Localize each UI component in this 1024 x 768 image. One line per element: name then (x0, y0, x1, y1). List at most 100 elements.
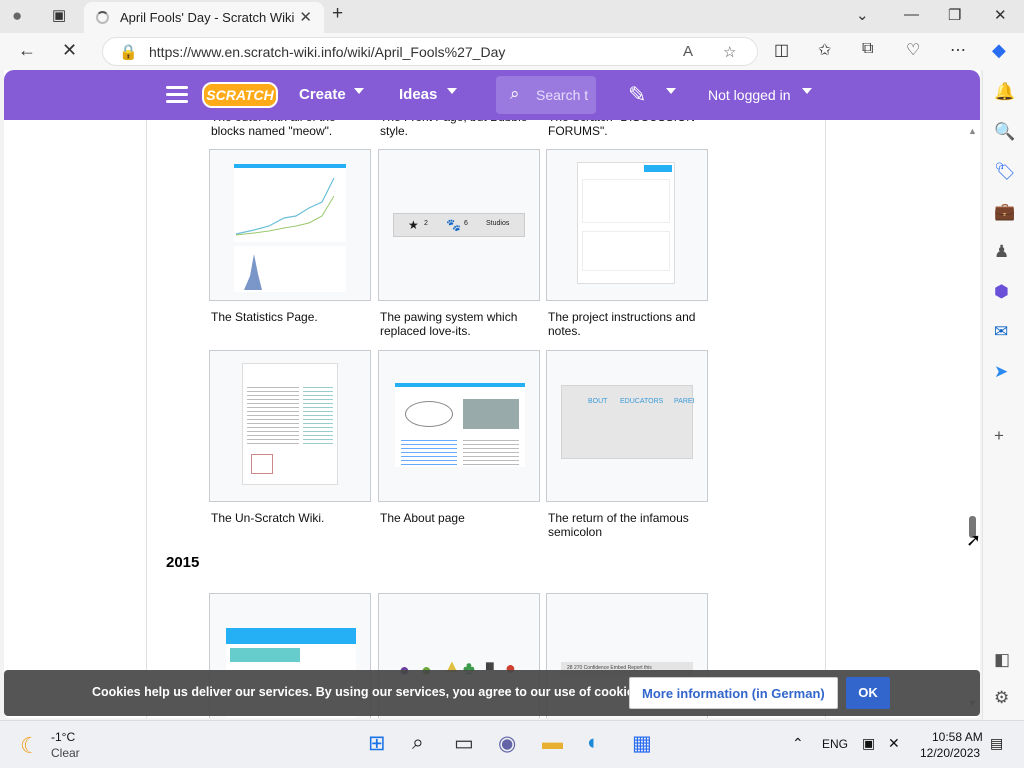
tray-chevron-up-icon[interactable]: ⌃ (792, 735, 804, 752)
tab-actions-icon[interactable]: ▣ (52, 6, 66, 24)
thumb-image (395, 383, 525, 467)
clock-time[interactable]: 10:58 AM (932, 730, 983, 744)
login-status[interactable]: Not logged in (708, 87, 791, 103)
paw-icon: 🐾 (446, 218, 461, 232)
link-list (401, 437, 457, 467)
games-icon[interactable]: ♟ (994, 242, 1009, 262)
nav-create[interactable]: Create (299, 86, 346, 103)
browser-essentials-icon[interactable]: ♡ (906, 40, 920, 60)
split-screen-icon[interactable]: ◫ (774, 40, 789, 60)
profile-icon[interactable]: ● (12, 6, 22, 26)
thumb-text-educators: EDUCATORS (620, 398, 664, 405)
thumb-image (577, 162, 675, 284)
address-bar[interactable]: 🔒 https://www.en.scratch-wiki.info/wiki/… (102, 37, 758, 66)
edge-sidebar: 🔔 🔍 🏷 💼 ♟ ⬢ ✉ ➤ + ◧ ⚙ (982, 70, 1024, 720)
pawing-bar: ★ 2 🐾 6 Studios (393, 213, 525, 237)
loading-spinner-icon (96, 11, 109, 24)
cookie-more-info-button[interactable]: More information (in German) (629, 677, 838, 709)
file-explorer-icon[interactable]: ▬ (542, 731, 563, 755)
microsoft-365-icon[interactable]: ⬢ (994, 282, 1009, 302)
star-count: 2 (424, 220, 428, 227)
moon-weather-icon[interactable]: ☾ (20, 733, 40, 759)
edit-chevron-down-icon[interactable] (666, 88, 676, 94)
text-block (247, 384, 299, 444)
favorites-icon[interactable]: ✩ (818, 40, 831, 60)
nav-ideas[interactable]: Ideas (399, 86, 437, 103)
tab-list-chevron-icon[interactable]: ⌄ (856, 6, 869, 24)
clock-date[interactable]: 12/20/2023 (920, 746, 980, 760)
back-icon[interactable]: ← (18, 40, 36, 61)
cat-sketch (251, 454, 273, 474)
restore-icon[interactable]: ❐ (948, 6, 961, 24)
read-aloud-icon[interactable]: A (683, 43, 693, 60)
close-tab-icon[interactable]: ✕ (299, 8, 312, 26)
gallery-caption: The project instructions and notes. (548, 310, 696, 338)
shopping-tag-icon[interactable]: 🏷 (994, 162, 1016, 182)
create-chevron-down-icon[interactable] (354, 88, 364, 94)
minimize-icon[interactable]: — (904, 6, 919, 23)
address-bar-row: ← ✕ 🔒 https://www.en.scratch-wiki.info/w… (0, 33, 1024, 70)
notes-box (582, 231, 670, 271)
text-list (463, 437, 519, 467)
instructions-box (582, 179, 670, 223)
share-block (644, 165, 672, 172)
weather-condition[interactable]: Clear (51, 746, 80, 760)
sidebar-settings-gear-icon[interactable]: ⚙ (994, 688, 1009, 708)
edge-browser-icon[interactable]: ◐ (587, 731, 600, 755)
notification-center-icon[interactable]: ▤ (990, 735, 1003, 752)
scratch-logo[interactable]: SCRATCH (202, 82, 278, 108)
scratch-header: SCRATCH Create Ideas ⌕ Search t ✎ Not lo… (4, 70, 980, 120)
drop-send-icon[interactable]: ➤ (994, 362, 1008, 382)
tab-strip: ● ▣ April Fools' Day - Scratch Wiki ✕ + … (0, 0, 1024, 33)
more-menu-icon[interactable]: ⋯ (950, 40, 966, 60)
copilot-icon[interactable]: ◆ (992, 40, 1006, 61)
input-language[interactable]: ENG (822, 737, 848, 751)
taskbar-search-icon[interactable]: ⌕ (412, 731, 424, 755)
sidebar-search-icon[interactable]: 🔍 (994, 122, 1015, 142)
browser-tab-active[interactable]: April Fools' Day - Scratch Wiki ✕ (84, 2, 324, 33)
url-text[interactable]: https://www.en.scratch-wiki.info/wiki/Ap… (149, 44, 505, 60)
scroll-up-arrow-icon[interactable]: ▲ (968, 126, 977, 136)
lock-icon[interactable]: 🔒 (119, 43, 138, 61)
gallery-caption: The Un-Scratch Wiki. (211, 511, 325, 525)
star-icon: ★ (408, 218, 419, 232)
window-close-icon[interactable]: ✕ (994, 6, 1007, 24)
thumb-pawing-system[interactable]: ★ 2 🐾 6 Studios (378, 149, 540, 301)
collections-icon[interactable]: ⧉ (862, 40, 873, 58)
hide-sidebar-icon[interactable]: ◧ (994, 650, 1010, 670)
weather-temperature[interactable]: -1°C (51, 730, 75, 744)
network-icon[interactable]: ▣ (862, 735, 875, 752)
thumb-project-instructions[interactable] (546, 149, 708, 301)
add-sidebar-app-icon[interactable]: + (994, 426, 1004, 446)
thumb-image (234, 164, 346, 242)
pencil-edit-icon[interactable]: ✎ (628, 82, 646, 108)
cookie-ok-button[interactable]: OK (846, 677, 890, 709)
tools-briefcase-icon[interactable]: 💼 (994, 202, 1015, 222)
ideas-chevron-down-icon[interactable] (447, 88, 457, 94)
task-view-icon[interactable]: ▭ (454, 731, 474, 756)
thumb-about-page[interactable] (378, 350, 540, 502)
start-windows-icon[interactable]: ⊞ (368, 731, 386, 756)
microsoft-store-icon[interactable]: ▦ (632, 731, 652, 756)
cookie-banner: Cookies help us deliver our services. By… (4, 670, 980, 716)
thumb-statistics-page[interactable] (209, 149, 371, 301)
mouse-cursor-icon: ➚ (966, 530, 980, 550)
login-chevron-down-icon[interactable] (802, 88, 812, 94)
volume-muted-icon[interactable]: ✕ (888, 735, 900, 752)
stop-loading-icon[interactable]: ✕ (62, 40, 77, 61)
gallery-caption: The About page (380, 511, 465, 525)
notifications-bell-icon[interactable]: 🔔 (994, 82, 1015, 102)
wiki-search-input[interactable]: ⌕ Search t (496, 76, 596, 114)
thumb-semicolon[interactable]: BOUT EDUCATORS PAREI (546, 350, 708, 502)
cat-photo (463, 399, 519, 429)
new-tab-button[interactable]: + (332, 3, 343, 25)
search-placeholder: Search t (536, 87, 588, 103)
search-icon: ⌕ (510, 84, 520, 103)
thumb-un-scratch-wiki[interactable] (209, 350, 371, 502)
favorite-star-icon[interactable]: ☆ (723, 43, 736, 61)
menu-hamburger-icon[interactable] (166, 86, 188, 104)
thumb-text-about: BOUT (588, 398, 608, 405)
teams-chat-icon[interactable]: ◉ (498, 731, 516, 756)
outlook-icon[interactable]: ✉ (994, 322, 1008, 342)
paw-count: 6 (464, 220, 468, 227)
